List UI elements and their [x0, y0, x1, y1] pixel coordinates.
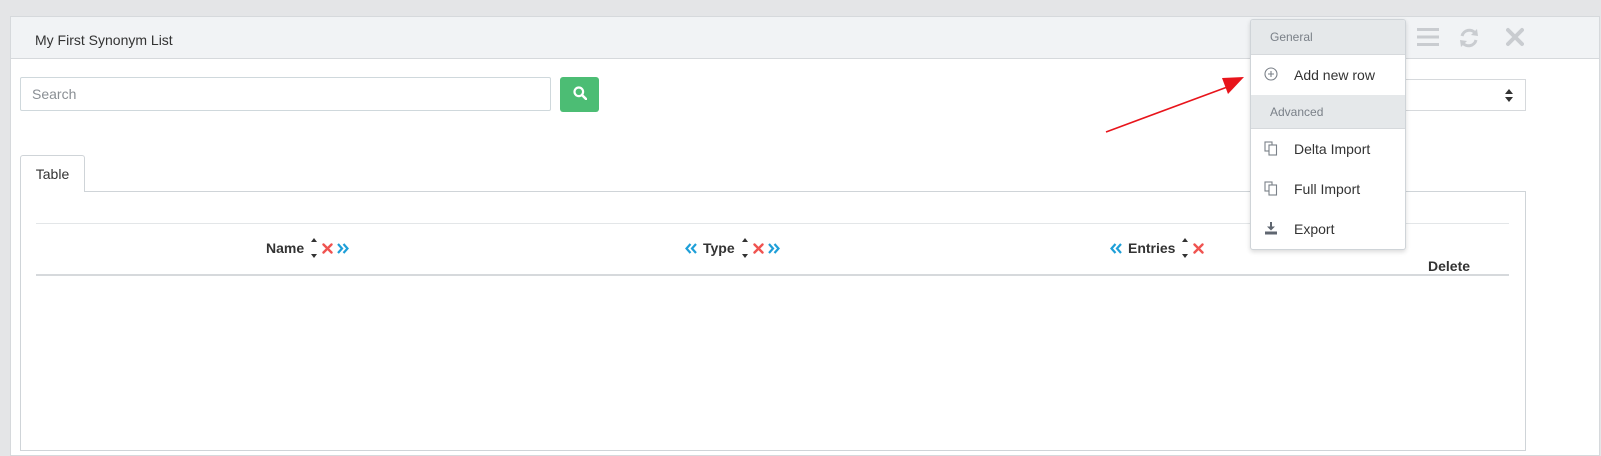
- download-icon: [1264, 221, 1278, 238]
- column-header-type: Type: [683, 237, 782, 259]
- column-label-name: Name: [266, 240, 305, 256]
- menu-section-advanced: Advanced: [1251, 95, 1405, 129]
- menu-item-label: Add new row: [1294, 67, 1375, 83]
- table-header-border: [36, 274, 1509, 276]
- sort-icon[interactable]: [310, 237, 318, 259]
- sort-icon[interactable]: [1181, 237, 1189, 259]
- remove-column-icon[interactable]: [322, 242, 333, 254]
- menu-item-export[interactable]: Export: [1251, 209, 1405, 249]
- move-right-icon[interactable]: [767, 242, 780, 254]
- page-size-select[interactable]: [1390, 79, 1526, 111]
- actions-dropdown-menu: General Add new row Advanced Delta Impor…: [1250, 19, 1406, 250]
- menu-item-delta-import[interactable]: Delta Import: [1251, 129, 1405, 169]
- move-left-icon[interactable]: [685, 242, 697, 254]
- copy-icon: [1264, 141, 1278, 159]
- close-icon[interactable]: [1506, 27, 1524, 52]
- refresh-icon[interactable]: [1458, 27, 1480, 54]
- panel-title: My First Synonym List: [35, 32, 173, 48]
- search-button[interactable]: [560, 77, 599, 112]
- plus-circle-icon: [1264, 67, 1278, 84]
- column-header-name: Name: [262, 237, 351, 259]
- column-label-entries: Entries: [1128, 240, 1176, 256]
- search-input[interactable]: [20, 77, 551, 111]
- tab-table[interactable]: Table: [20, 155, 85, 192]
- move-right-icon[interactable]: [337, 242, 350, 254]
- sort-icon[interactable]: [741, 237, 749, 259]
- column-label-type: Type: [703, 240, 735, 256]
- menu-item-label: Full Import: [1294, 181, 1361, 197]
- column-header-delete: Delete: [1424, 257, 1474, 275]
- column-label-delete: Delete: [1428, 258, 1471, 274]
- remove-column-icon[interactable]: [1193, 242, 1205, 254]
- move-left-icon[interactable]: [1110, 242, 1122, 254]
- column-header-entries: Entries: [1108, 237, 1206, 259]
- menu-section-general: General: [1251, 20, 1405, 55]
- menu-icon[interactable]: [1417, 27, 1439, 52]
- menu-item-label: Export: [1294, 221, 1335, 237]
- copy-icon: [1264, 181, 1278, 199]
- menu-item-add-new-row[interactable]: Add new row: [1251, 55, 1405, 95]
- menu-item-label: Delta Import: [1294, 141, 1371, 157]
- select-caret-icon: [1505, 89, 1513, 107]
- search-icon: [572, 86, 587, 103]
- remove-column-icon[interactable]: [752, 242, 764, 254]
- menu-item-full-import[interactable]: Full Import: [1251, 169, 1405, 209]
